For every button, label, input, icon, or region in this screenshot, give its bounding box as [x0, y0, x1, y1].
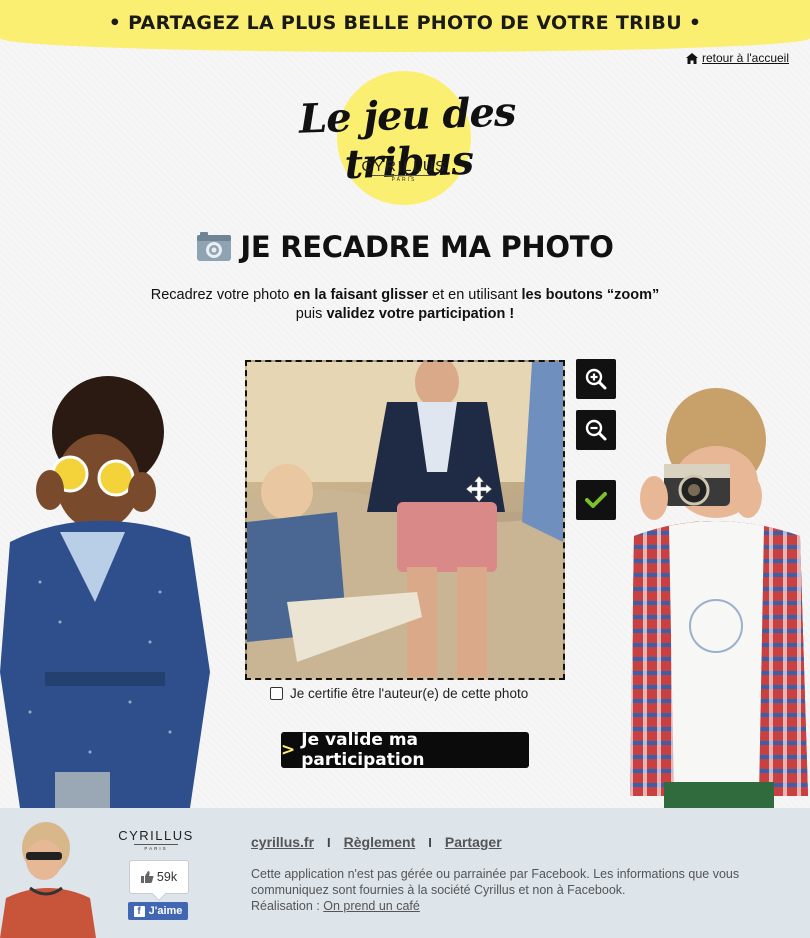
thumbs-up-icon [140, 871, 154, 883]
zoom-in-button[interactable] [576, 359, 616, 399]
validate-crop-button[interactable] [576, 480, 616, 520]
instructions: Recadrez votre photo en la faisant gliss… [0, 286, 810, 324]
facebook-like-button[interactable]: f J'aime [128, 902, 188, 920]
instr-bold: en la faisant glisser [293, 287, 428, 303]
facebook-icon: f [133, 905, 145, 917]
uploaded-photo [247, 362, 563, 678]
home-link[interactable]: retour à l'accueil [686, 51, 789, 65]
crop-area[interactable] [245, 360, 565, 680]
like-count: 59k [156, 870, 178, 884]
instructions-line-1: Recadrez votre photo en la faisant gliss… [0, 286, 810, 305]
title-row: JE RECADRE MA PHOTO [0, 230, 810, 264]
instructions-line-2: puis validez votre participation ! [0, 305, 810, 324]
credit-prefix: Réalisation : [251, 899, 324, 913]
credit-line: Réalisation : On prend un café [251, 898, 771, 914]
banner-text: • PARTAGEZ LA PLUS BELLE PHOTO DE VOTRE … [108, 12, 702, 34]
check-icon [585, 492, 607, 508]
instr-text: Recadrez votre photo [150, 287, 294, 303]
home-icon [686, 52, 698, 64]
page-title: JE RECADRE MA PHOTO [240, 230, 614, 264]
footer-separator: I [327, 834, 331, 850]
footer-link-reglement[interactable]: Règlement [344, 834, 416, 850]
camera-icon [197, 232, 232, 261]
submit-participation-button[interactable]: > Je valide ma participation [281, 730, 529, 770]
zoom-in-icon [585, 368, 607, 390]
credit-link[interactable]: On prend un café [323, 899, 420, 913]
instr-bold: les boutons “zoom” [521, 287, 660, 303]
like-label: J'aime [148, 905, 183, 917]
zoom-out-button[interactable] [576, 410, 616, 450]
instr-bold: validez votre participation ! [326, 306, 515, 322]
footer-city: PARIS [144, 846, 168, 851]
like-count-bubble: 59k [129, 860, 189, 894]
logo-city: PARIS [391, 177, 417, 183]
zoom-out-icon [585, 419, 607, 441]
disclaimer-text: Cette application n'est pas gérée ou par… [251, 867, 740, 897]
footer-links: cyrillus.fr I Règlement I Partager [251, 834, 502, 850]
certify-row: Je certifie être l'auteur(e) de cette ph… [270, 686, 528, 701]
footer-brand: CYRILLUS [118, 828, 194, 843]
boy-with-camera-image [630, 388, 808, 808]
footer-disclaimer: Cette application n'est pas gérée ou par… [251, 866, 771, 914]
certify-checkbox[interactable] [270, 687, 283, 700]
instr-text: puis [295, 306, 327, 322]
footer-link-partager[interactable]: Partager [445, 834, 502, 850]
footer-link-cyrillus[interactable]: cyrillus.fr [251, 834, 314, 850]
move-icon [465, 475, 493, 503]
chevron-right-icon: > [281, 740, 296, 760]
footer-separator: I [428, 834, 432, 850]
submit-label: Je valide ma participation [301, 730, 425, 770]
home-link-label: retour à l'accueil [702, 51, 789, 65]
logo-brand: CYRILLUS [361, 158, 447, 175]
top-banner: • PARTAGEZ LA PLUS BELLE PHOTO DE VOTRE … [0, 0, 810, 52]
girl-with-lemons-image [0, 376, 210, 808]
footer-woman-image [0, 822, 96, 938]
instr-text: et en utilisant [428, 287, 522, 303]
footer-brand-divider [134, 844, 178, 845]
certify-label: Je certifie être l'auteur(e) de cette ph… [290, 686, 529, 701]
logo-divider [372, 175, 436, 176]
